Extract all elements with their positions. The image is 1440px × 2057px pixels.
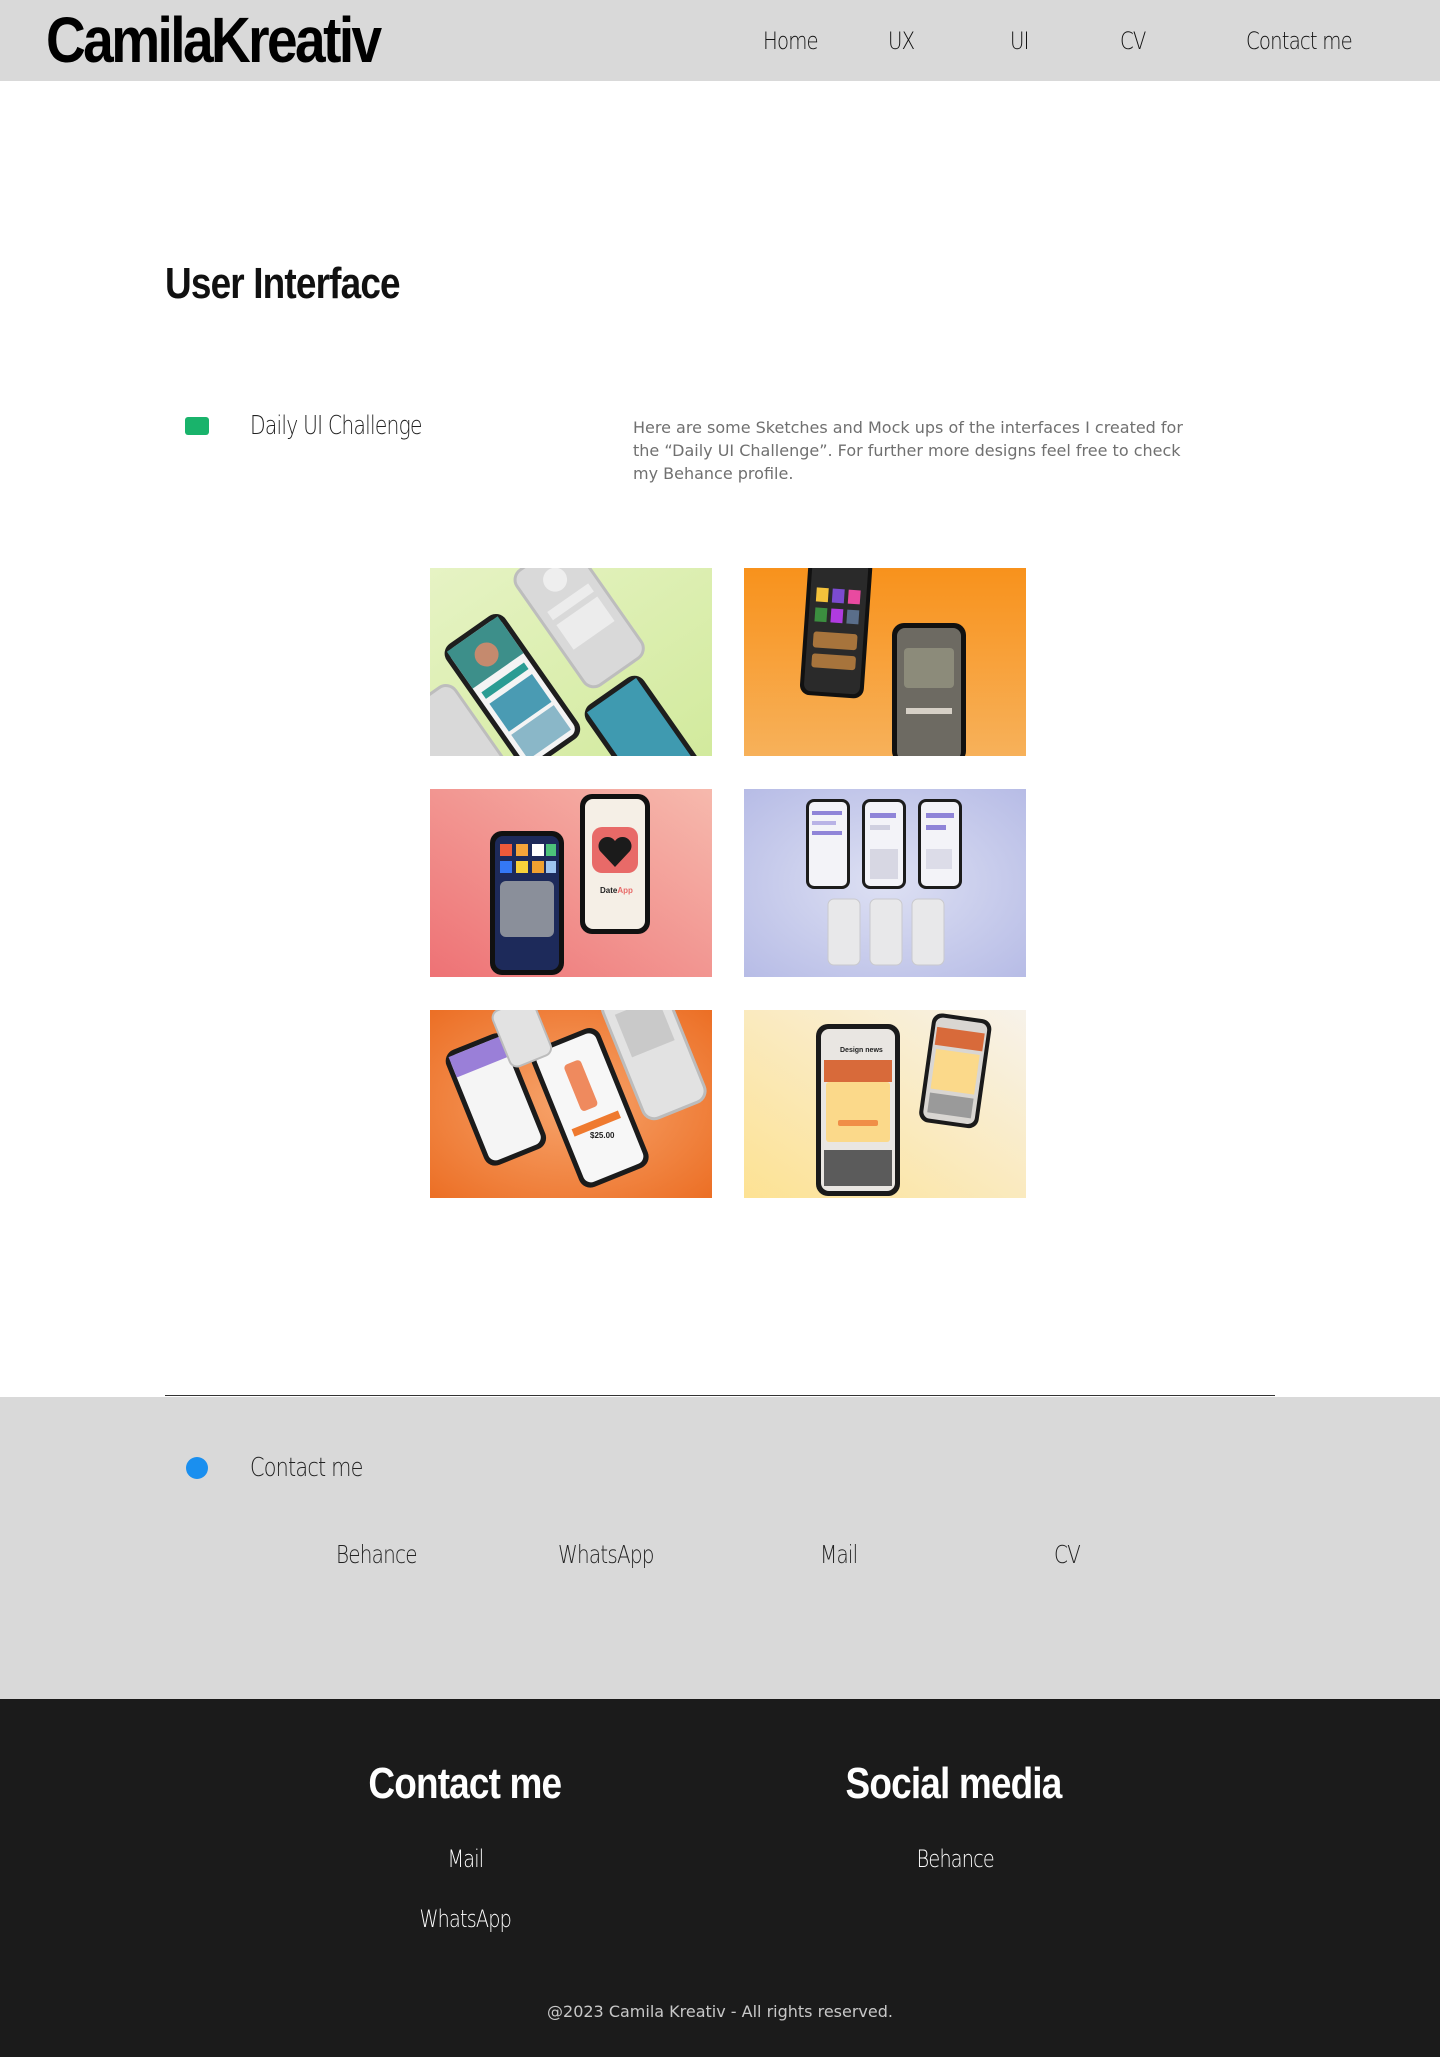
contact-link-behance[interactable]: Behance <box>336 1538 418 1572</box>
footer-contact-heading: Contact me <box>368 1759 563 1808</box>
chat-app-mockup-image <box>744 789 1026 977</box>
contact-marker <box>186 1457 208 1479</box>
copyright-text: @2023 Camila Kreativ - All rights reserv… <box>547 2002 893 2021</box>
project-marker <box>185 417 209 435</box>
footer-link-behance[interactable]: Behance <box>855 1842 1055 1876</box>
section-divider <box>165 1395 1275 1396</box>
gallery-image-shop-app[interactable]: $25.00 <box>430 1010 712 1198</box>
gallery-image-music-app[interactable] <box>744 568 1026 756</box>
gallery-image-profile-app[interactable] <box>430 568 712 756</box>
page-title: User Interface <box>165 259 401 308</box>
footer-link-mail[interactable]: Mail <box>365 1842 565 1876</box>
gallery-image-newsletter-app[interactable]: Design news <box>744 1010 1026 1198</box>
gallery-image-dating-app[interactable]: DateApp <box>430 789 712 977</box>
nav-cv[interactable]: CV <box>1120 24 1146 58</box>
contact-link-whatsapp[interactable]: WhatsApp <box>558 1538 654 1572</box>
site-header: CamilaKreativ Home UX UI CV Contact me <box>0 0 1440 81</box>
dating-app-name: DateApp <box>600 886 633 895</box>
shop-app-mockup-image: $25.00 <box>430 1010 712 1198</box>
footer-link-whatsapp[interactable]: WhatsApp <box>365 1902 565 1936</box>
newsletter-heading: Design news <box>840 1047 883 1054</box>
contact-link-cv[interactable]: CV <box>1054 1538 1081 1572</box>
footer-social-heading: Social media <box>846 1759 1063 1808</box>
contact-link-mail[interactable]: Mail <box>820 1538 858 1572</box>
nav-home[interactable]: Home <box>763 24 819 58</box>
project-description: Here are some Sketches and Mock ups of t… <box>633 418 1183 483</box>
newsletter-app-mockup-image: Design news <box>744 1010 1026 1198</box>
dating-app-mockup-image: DateApp <box>430 789 712 977</box>
nav-ux[interactable]: UX <box>888 24 915 58</box>
contact-section-label: Contact me <box>250 1453 363 1483</box>
shop-price-label: $25.00 <box>590 1131 615 1140</box>
project-label: Daily UI Challenge <box>250 411 422 441</box>
music-app-mockup-image <box>744 568 1026 756</box>
profile-app-mockup-image <box>430 568 712 756</box>
site-logo[interactable]: CamilaKreativ <box>46 2 382 78</box>
nav-ui[interactable]: UI <box>1010 24 1029 58</box>
contact-section <box>0 1397 1440 1699</box>
gallery-image-chat-app[interactable] <box>744 789 1026 977</box>
nav-contact[interactable]: Contact me <box>1246 24 1353 58</box>
